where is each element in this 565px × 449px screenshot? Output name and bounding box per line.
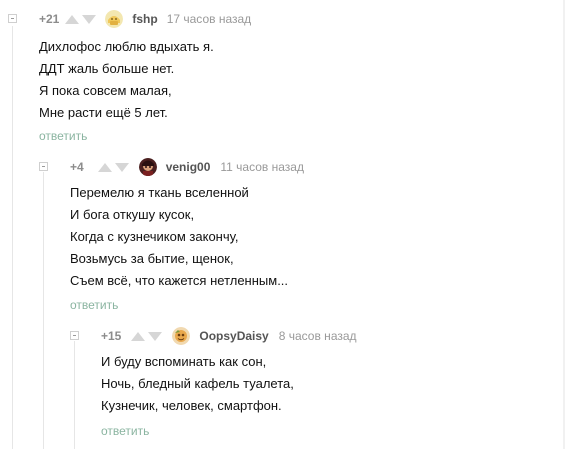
comment-header: +15 OopsyDaisy 8 часов назад	[101, 327, 357, 345]
collapse-minus-icon[interactable]	[8, 14, 17, 23]
avatar[interactable]	[105, 10, 124, 28]
comment-line: Кузнечик, человек, смартфон.	[101, 398, 282, 413]
comment-header: +21 fshp 17 часов назад	[39, 10, 251, 28]
upvote-arrow-icon[interactable]	[65, 14, 80, 24]
username[interactable]: fshp	[132, 12, 157, 26]
username[interactable]: venig00	[166, 160, 211, 174]
comment-time[interactable]: 11 часов назад	[220, 160, 304, 174]
reply-link[interactable]: ответить	[39, 129, 87, 143]
comment-line: Перемелю я ткань вселенной	[70, 185, 249, 200]
thread-line-level-3[interactable]	[74, 341, 75, 449]
comment-header: +4 venig00 11 часов назад	[70, 158, 304, 176]
comment-body: Перемелю я ткань вселенной И бога откушу…	[70, 182, 288, 292]
collapse-minus-icon[interactable]	[39, 162, 48, 171]
comment-body: Дихлофос люблю вдыхать я. ДДТ жаль больш…	[39, 36, 214, 124]
avatar[interactable]	[172, 327, 191, 345]
comment-thread: +21 fshp 17 часов назад Дихлофос люблю в…	[0, 0, 565, 449]
comment-rating: +4	[70, 160, 84, 174]
downvote-arrow-icon[interactable]	[148, 331, 163, 341]
comment-line: И буду вспоминать как сон,	[101, 354, 267, 369]
reply-link[interactable]: ответить	[70, 298, 118, 312]
comment-line: Дихлофос люблю вдыхать я.	[39, 39, 214, 54]
thread-line-level-2[interactable]	[43, 172, 44, 449]
avatar[interactable]	[138, 158, 157, 176]
comment-line: ДДТ жаль больше нет.	[39, 61, 175, 76]
reply-link[interactable]: ответить	[101, 424, 149, 438]
comment-line: Ночь, бледный кафель туалета,	[101, 376, 294, 391]
collapse-minus-icon[interactable]	[70, 331, 79, 340]
username[interactable]: OopsyDaisy	[199, 329, 268, 343]
upvote-arrow-icon[interactable]	[97, 162, 112, 172]
comment-time[interactable]: 17 часов назад	[167, 12, 251, 26]
comment-line: Возьмусь за бытие, щенок,	[70, 251, 234, 266]
downvote-arrow-icon[interactable]	[82, 14, 97, 24]
comment-line: И бога откушу кусок,	[70, 207, 195, 222]
comment-line: Я пока совсем малая,	[39, 83, 172, 98]
comment-time[interactable]: 8 часов назад	[279, 329, 357, 343]
comment-rating: +21	[39, 12, 60, 26]
comment-line: Съем всё, что кажется нетленным...	[70, 273, 289, 288]
thread-line-level-1[interactable]	[12, 26, 13, 449]
comment-rating: +15	[101, 329, 122, 343]
downvote-arrow-icon[interactable]	[114, 162, 129, 172]
comment-body: И буду вспоминать как сон, Ночь, бледный…	[101, 351, 294, 417]
upvote-arrow-icon[interactable]	[131, 331, 146, 341]
comment-line: Когда с кузнечиком закончу,	[70, 229, 239, 244]
comment-line: Мне расти ещё 5 лет.	[39, 105, 168, 120]
